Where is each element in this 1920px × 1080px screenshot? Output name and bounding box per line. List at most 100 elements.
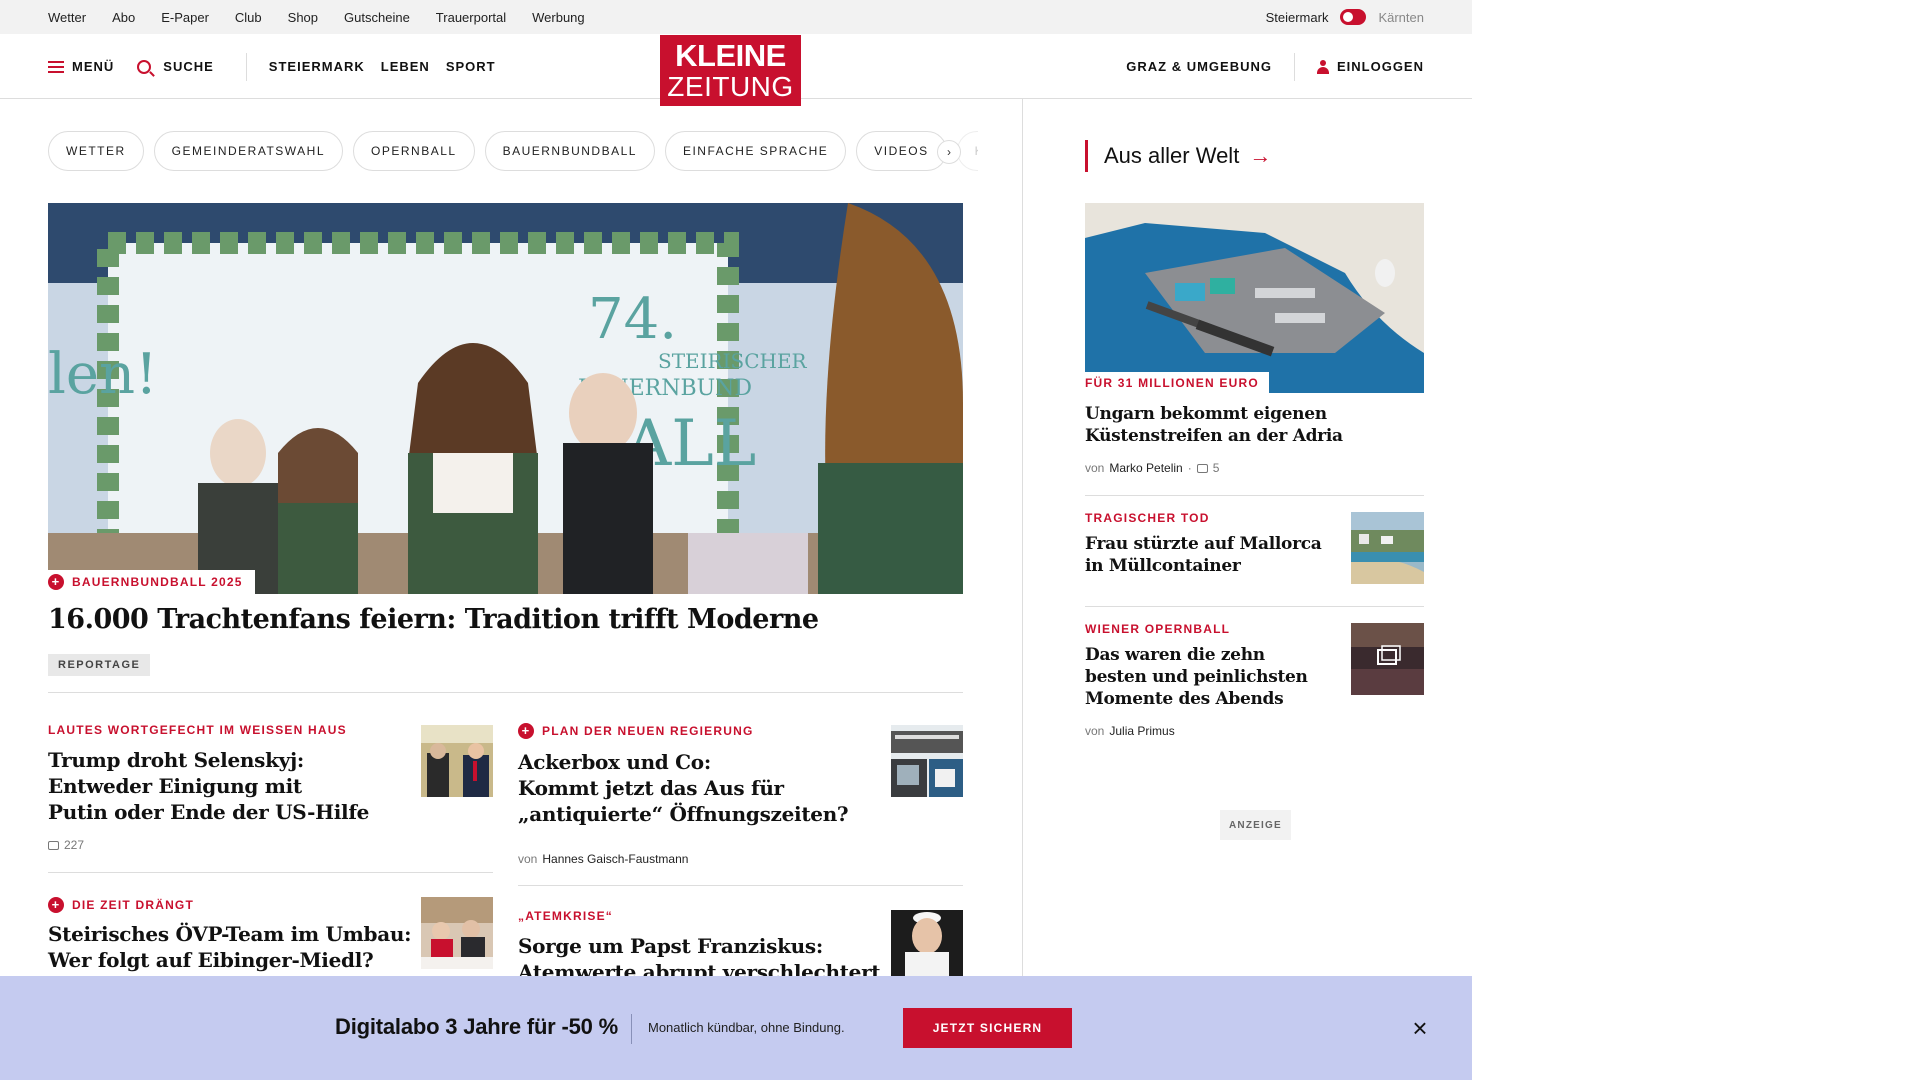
headline-line: Sorge um Papst Franziskus: — [518, 934, 823, 958]
article-1-comments[interactable]: 227 — [64, 838, 84, 852]
nav-sport[interactable]: SPORT — [446, 59, 496, 74]
site-logo[interactable]: KLEINE ZEITUNG — [660, 35, 801, 106]
util-link-epaper[interactable]: E-Paper — [161, 10, 209, 25]
article-2-thumbnail[interactable] — [891, 725, 963, 797]
search-label: SUCHE — [163, 59, 214, 74]
meta-dot: · — [1187, 461, 1192, 475]
divider — [48, 692, 963, 693]
empty-margin — [1472, 0, 1920, 1080]
sidebar-item-2-photo — [1351, 623, 1424, 695]
article-2-kicker-label: PLAN DER NEUEN REGIERUNG — [542, 724, 754, 738]
banner-divider — [631, 1014, 632, 1044]
headline-line: „antiquierte“ Öffnungszeiten? — [518, 802, 849, 826]
nav-leben[interactable]: LEBEN — [381, 59, 430, 74]
reportage-badge: REPORTAGE — [48, 654, 151, 676]
hero-headline[interactable]: 16.000 Trachtenfans feiern: Tradition tr… — [48, 604, 819, 635]
util-link-wetter[interactable]: Wetter — [48, 10, 86, 25]
hamburger-icon — [48, 60, 64, 73]
hero-kicker-label: BAUERNBUNDBALL 2025 — [72, 575, 243, 589]
chip-opernball[interactable]: OPERNBALL — [353, 131, 475, 171]
page: Wetter Abo E-Paper Club Shop Gutscheine … — [0, 0, 1472, 1080]
sidebar-item-1-headline[interactable]: Frau stürzte auf Mallorca in Müllcontain… — [1085, 533, 1322, 577]
comment-icon — [48, 840, 59, 850]
sidebar-item-2-kicker: WIENER OPERNBALL — [1085, 622, 1231, 636]
sidebar-item-2-headline[interactable]: Das waren die zehn besten und peinlichst… — [1085, 644, 1308, 710]
login-button[interactable]: EINLOGGEN — [1316, 59, 1424, 74]
section-title: Aus aller Welt — [1104, 143, 1240, 168]
region-steiermark[interactable]: Steiermark — [1266, 10, 1329, 25]
region-kaernten[interactable]: Kärnten — [1378, 10, 1424, 25]
article-3-kicker-label: DIE ZEIT DRÄNGT — [72, 898, 194, 912]
plus-icon: + — [48, 574, 64, 590]
headline-line: Küstenstreifen an der Adria — [1085, 426, 1343, 446]
hero-kicker: + BAUERNBUNDBALL 2025 — [48, 570, 255, 594]
sidebar-lead-meta: von Marko Petelin · 5 — [1085, 461, 1219, 475]
section-aus-aller-welt[interactable]: Aus aller Welt → — [1085, 140, 1271, 172]
sidebar-item-2-author[interactable]: Julia Primus — [1109, 724, 1174, 738]
banner-title: Digitalabo 3 Jahre für -50 % — [335, 1014, 618, 1039]
headline-line: Das waren die zehn — [1085, 645, 1265, 665]
close-icon[interactable]: × — [1407, 1015, 1433, 1041]
article-3-photo — [421, 897, 493, 969]
util-link-abo[interactable]: Abo — [112, 10, 135, 25]
column-divider — [1022, 99, 1023, 979]
article-1-headline[interactable]: Trump droht Selenskyj: Entweder Einigung… — [48, 747, 369, 825]
article-3-thumbnail[interactable] — [421, 897, 493, 969]
article-2-photo — [891, 725, 963, 797]
article-4-kicker: „ATEMKRISE“ — [518, 909, 613, 923]
article-4-thumbnail[interactable] — [891, 910, 963, 976]
menu-label: MENÜ — [72, 59, 115, 74]
sidebar-lead-author[interactable]: Marko Petelin — [1109, 461, 1182, 475]
sidebar-lead-comments[interactable]: 5 — [1213, 461, 1220, 475]
utility-links: Wetter Abo E-Paper Club Shop Gutscheine … — [48, 0, 585, 34]
article-2-author[interactable]: Hannes Gaisch-Faustmann — [542, 852, 688, 866]
sidebar-lead-headline[interactable]: Ungarn bekommt eigenen Küstenstreifen an… — [1085, 403, 1343, 447]
chip-bauernbundball[interactable]: BAUERNBUNDBALL — [484, 131, 655, 171]
headline-line: Trump droht Selenskyj: — [48, 748, 305, 772]
util-link-gutscheine[interactable]: Gutscheine — [344, 10, 410, 25]
hero-banner-number: 74. — [588, 287, 677, 352]
banner-cta-button[interactable]: JETZT SICHERN — [903, 1008, 1072, 1048]
article-3-kicker: + DIE ZEIT DRÄNGT — [48, 897, 194, 913]
sidebar-item-2-author-prefix: von — [1085, 724, 1105, 738]
article-1-kicker: LAUTES WORTGEFECHT IM WEISSEN HAUS — [48, 723, 347, 737]
chip-einfache-sprache[interactable]: EINFACHE SPRACHE — [664, 131, 847, 171]
util-link-werbung[interactable]: Werbung — [532, 10, 585, 25]
article-2-headline[interactable]: Ackerbox und Co: Kommt jetzt das Aus für… — [518, 749, 849, 827]
arrow-right-icon: → — [1249, 143, 1272, 168]
nav-divider-right — [1293, 52, 1295, 81]
menu-button[interactable]: MENÜ — [48, 59, 114, 74]
search-button[interactable]: SUCHE — [137, 59, 214, 74]
chips-next-button[interactable]: › — [937, 140, 961, 164]
hero-photo: 74. STEIRISCHER BAUERNBUND BALL len! — [48, 203, 963, 594]
sidebar-item-2-thumbnail[interactable] — [1351, 623, 1424, 695]
search-icon — [137, 59, 152, 74]
hero-banner-line2: STEIRISCHER — [658, 349, 808, 373]
article-1-thumbnail[interactable] — [421, 725, 493, 797]
sidebar-item-1-thumbnail[interactable] — [1351, 512, 1424, 584]
chip-gemeinderatswahl[interactable]: GEMEINDERATSWAHL — [153, 131, 344, 171]
article-3-headline[interactable]: Steirisches ÖVP-Team im Umbau: Wer folgt… — [48, 921, 411, 973]
headline-line: Entweder Einigung mit — [48, 774, 302, 798]
util-link-shop[interactable]: Shop — [288, 10, 318, 25]
comment-icon — [1196, 463, 1208, 473]
article-1-meta: 227 — [48, 838, 84, 852]
sidebar-lead-image[interactable] — [1085, 203, 1424, 393]
nav-steiermark[interactable]: STEIERMARK — [269, 59, 365, 74]
nav-divider — [245, 52, 247, 81]
divider — [518, 885, 963, 886]
headline-line: Frau stürzte auf Mallorca — [1085, 534, 1322, 554]
chip-wetter[interactable]: WETTER — [48, 131, 144, 171]
nav-local-graz[interactable]: GRAZ & UMGEBUNG — [1126, 59, 1272, 74]
headline-line: Ackerbox und Co: — [518, 750, 711, 774]
region-toggle[interactable] — [1340, 9, 1367, 25]
user-icon — [1316, 59, 1329, 74]
logo-line2: ZEITUNG — [667, 71, 794, 102]
headline-line: Kommt jetzt das Aus für — [518, 776, 784, 800]
util-link-trauerportal[interactable]: Trauerportal — [436, 10, 506, 25]
sidebar-item-1-kicker: TRAGISCHER TOD — [1085, 511, 1210, 525]
sidebar-item-2-meta: von Julia Primus — [1085, 724, 1175, 738]
chip-videos[interactable]: VIDEOS — [856, 131, 947, 171]
hero-image[interactable]: 74. STEIRISCHER BAUERNBUND BALL len! — [48, 203, 963, 594]
util-link-club[interactable]: Club — [235, 10, 262, 25]
